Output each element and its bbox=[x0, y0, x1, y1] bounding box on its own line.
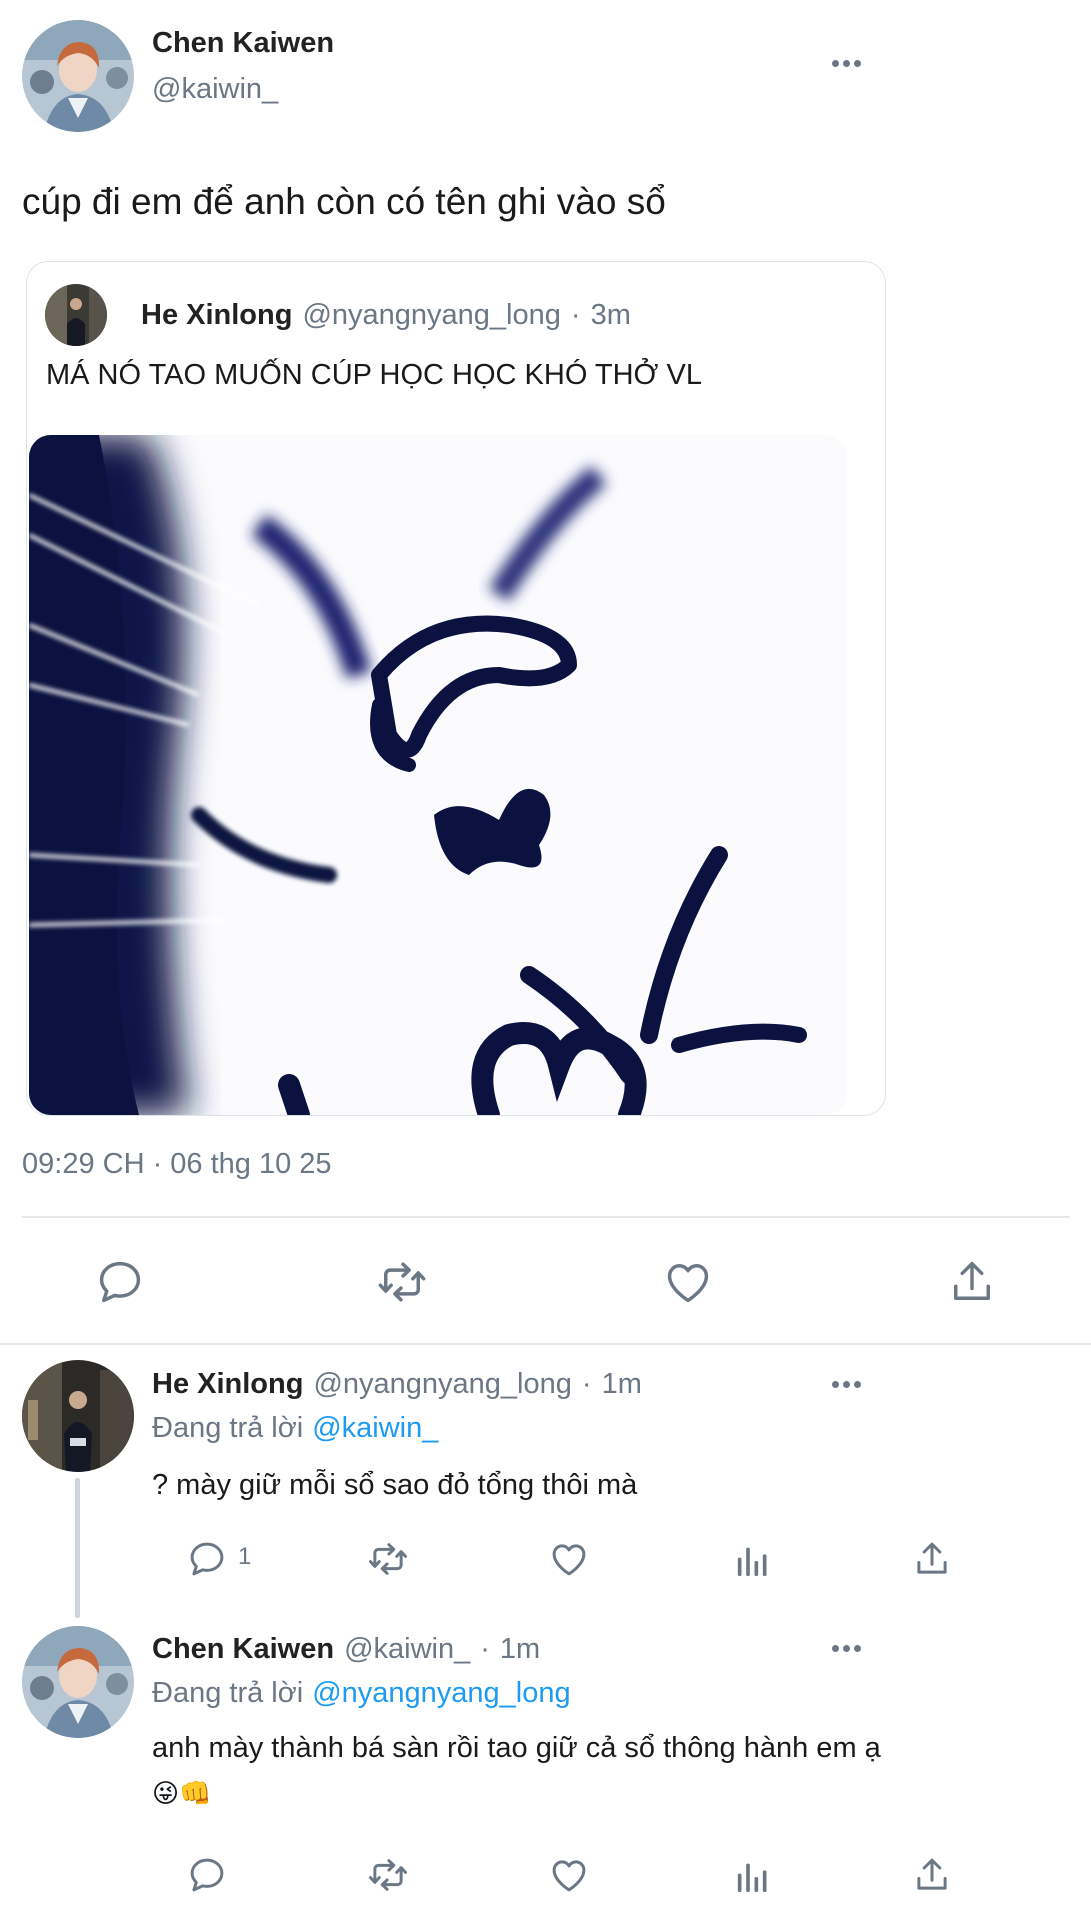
avatar[interactable] bbox=[22, 1626, 134, 1738]
reply-count: 1 bbox=[238, 1543, 252, 1570]
avatar bbox=[45, 284, 107, 346]
more-options-icon[interactable] bbox=[832, 60, 861, 67]
author-name[interactable]: Chen Kaiwen bbox=[152, 26, 334, 60]
thread-line bbox=[75, 1478, 80, 1618]
replying-to-label: Đang trả lời bbox=[152, 1412, 304, 1444]
tweet-timestamp: 09:29 CH · 06 thg 10 25 bbox=[22, 1148, 332, 1180]
author-name[interactable]: Chen Kaiwen bbox=[152, 1632, 334, 1666]
reply-icon[interactable] bbox=[92, 1254, 148, 1310]
author-handle[interactable]: @nyangnyang_long bbox=[313, 1367, 571, 1401]
reply-emoji: 😜👊 bbox=[152, 1778, 212, 1808]
like-icon[interactable] bbox=[547, 1854, 591, 1896]
separator-dot: · bbox=[581, 1368, 592, 1400]
analytics-icon[interactable] bbox=[730, 1540, 774, 1582]
retweet-icon[interactable] bbox=[364, 1854, 412, 1896]
separator-dot: · bbox=[480, 1633, 490, 1665]
replying-to-link[interactable]: @kaiwin_ bbox=[312, 1411, 438, 1445]
like-icon[interactable] bbox=[660, 1254, 716, 1310]
reply-text: anh mày thành bá sàn rồi tao giữ cả sổ t… bbox=[152, 1732, 881, 1764]
analytics-icon[interactable] bbox=[730, 1856, 774, 1898]
quoted-author-name: He Xinlong bbox=[141, 299, 293, 331]
author-handle[interactable]: @kaiwin_ bbox=[152, 72, 278, 106]
share-icon[interactable] bbox=[910, 1538, 954, 1580]
divider bbox=[0, 1343, 1091, 1345]
reply-time: 1m bbox=[499, 1633, 541, 1665]
retweet-icon[interactable] bbox=[364, 1538, 412, 1580]
like-icon[interactable] bbox=[547, 1538, 591, 1580]
quoted-tweet-card[interactable]: He Xinlong @nyangnyang_long · 3m MÁ NÓ T… bbox=[26, 261, 886, 1116]
share-icon[interactable] bbox=[910, 1854, 954, 1896]
reply-text: ? mày giữ mỗi sổ sao đỏ tổng thôi mà bbox=[152, 1469, 638, 1501]
avatar[interactable] bbox=[22, 1360, 134, 1472]
author-name[interactable]: He Xinlong bbox=[152, 1367, 303, 1401]
replying-to-label: Đang trả lời bbox=[152, 1677, 304, 1709]
divider bbox=[22, 1216, 1070, 1218]
more-options-icon[interactable] bbox=[832, 1645, 861, 1652]
quoted-time: 3m bbox=[590, 299, 631, 331]
tweet-text: cúp đi em để anh còn có tên ghi vào sổ bbox=[22, 181, 666, 222]
replying-to-link[interactable]: @nyangnyang_long bbox=[312, 1676, 570, 1710]
quoted-author-handle: @nyangnyang_long bbox=[302, 299, 561, 331]
more-options-icon[interactable] bbox=[832, 1381, 861, 1388]
quoted-meme-image[interactable] bbox=[29, 435, 847, 1115]
reply-icon[interactable] bbox=[186, 1854, 228, 1896]
reply-time: 1m bbox=[601, 1368, 642, 1400]
author-handle[interactable]: @kaiwin_ bbox=[344, 1632, 470, 1666]
retweet-icon[interactable] bbox=[372, 1254, 432, 1310]
avatar[interactable] bbox=[22, 20, 134, 132]
reply-icon[interactable] bbox=[186, 1538, 228, 1580]
quoted-tweet-text: MÁ NÓ TAO MUỐN CÚP HỌC HỌC KHÓ THỞ VL bbox=[46, 359, 702, 391]
separator-dot: · bbox=[570, 299, 581, 331]
share-icon[interactable] bbox=[944, 1254, 1000, 1310]
